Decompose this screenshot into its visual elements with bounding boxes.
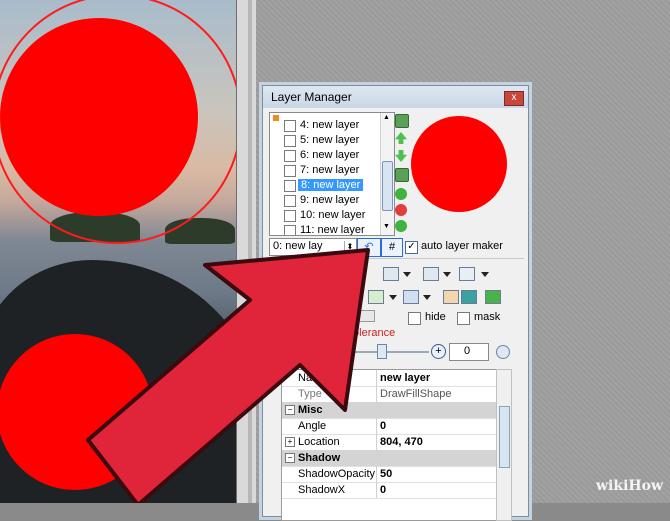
annotation-overlay: [0, 248, 370, 503]
watermark-text: wikiHow: [596, 478, 664, 494]
